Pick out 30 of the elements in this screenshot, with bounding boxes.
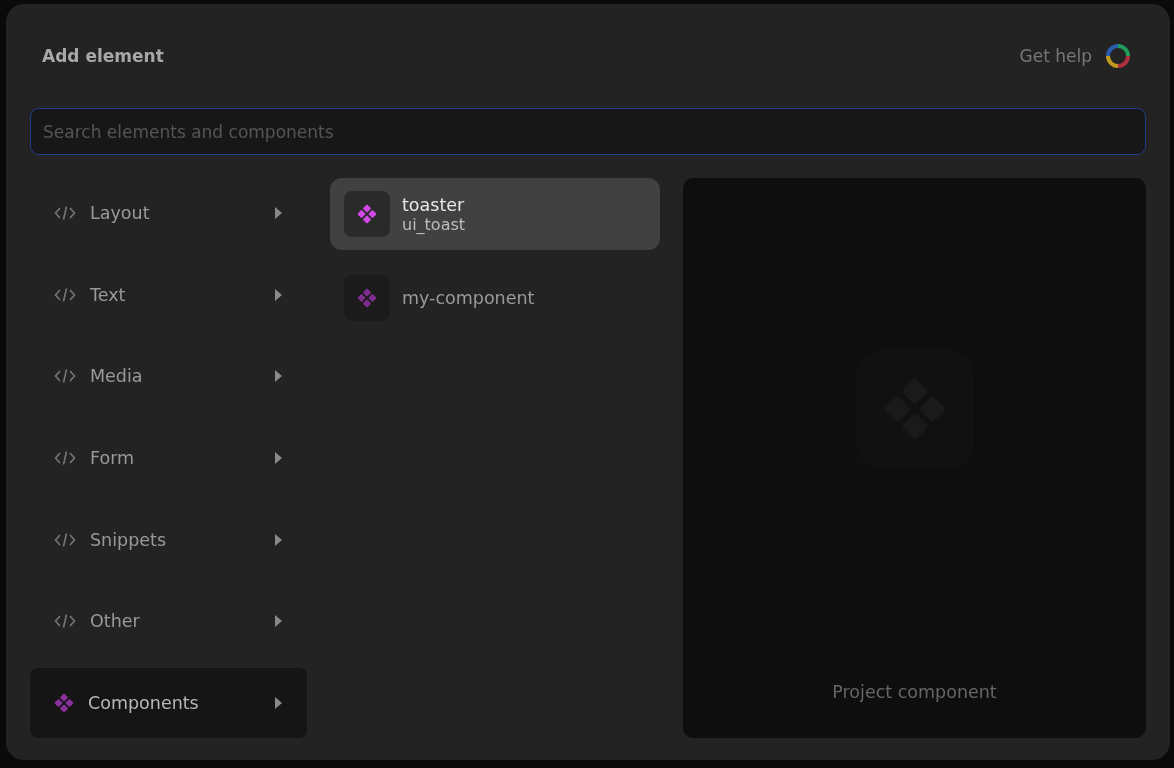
caret-icon [274, 369, 283, 384]
code-icon [54, 205, 76, 221]
search-field[interactable]: Search elements and components [30, 108, 1146, 155]
caret-icon [274, 450, 283, 465]
diamond-cluster-icon [357, 288, 377, 308]
preview-caption: Project component [832, 682, 997, 702]
code-icon [54, 531, 76, 548]
caret-icon [274, 206, 283, 220]
ring-icon [1104, 42, 1132, 70]
help-link[interactable]: Get help [1019, 42, 1132, 70]
caret-icon [274, 287, 283, 302]
dialog-title: Add element [42, 46, 164, 66]
component-item[interactable]: toaster ui_toast [330, 178, 660, 250]
category-item[interactable]: Layout [30, 178, 307, 248]
category-item[interactable]: Snippets [30, 504, 307, 575]
category-item[interactable]: Text [30, 259, 307, 330]
caret-icon [274, 532, 283, 547]
diamond-cluster-icon [54, 692, 74, 713]
code-icon [54, 286, 76, 303]
caret-icon [274, 695, 283, 710]
code-icon [54, 613, 76, 630]
code-icon [54, 368, 76, 385]
category-item[interactable]: Media [30, 341, 307, 412]
diamond-cluster-icon [357, 204, 377, 224]
caret-icon [274, 614, 283, 629]
category-item[interactable]: Form [30, 422, 307, 493]
category-item[interactable]: Other [30, 586, 307, 657]
code-icon [54, 449, 76, 466]
component-item[interactable]: my-component [330, 262, 660, 334]
category-item[interactable]: Components [30, 667, 307, 738]
